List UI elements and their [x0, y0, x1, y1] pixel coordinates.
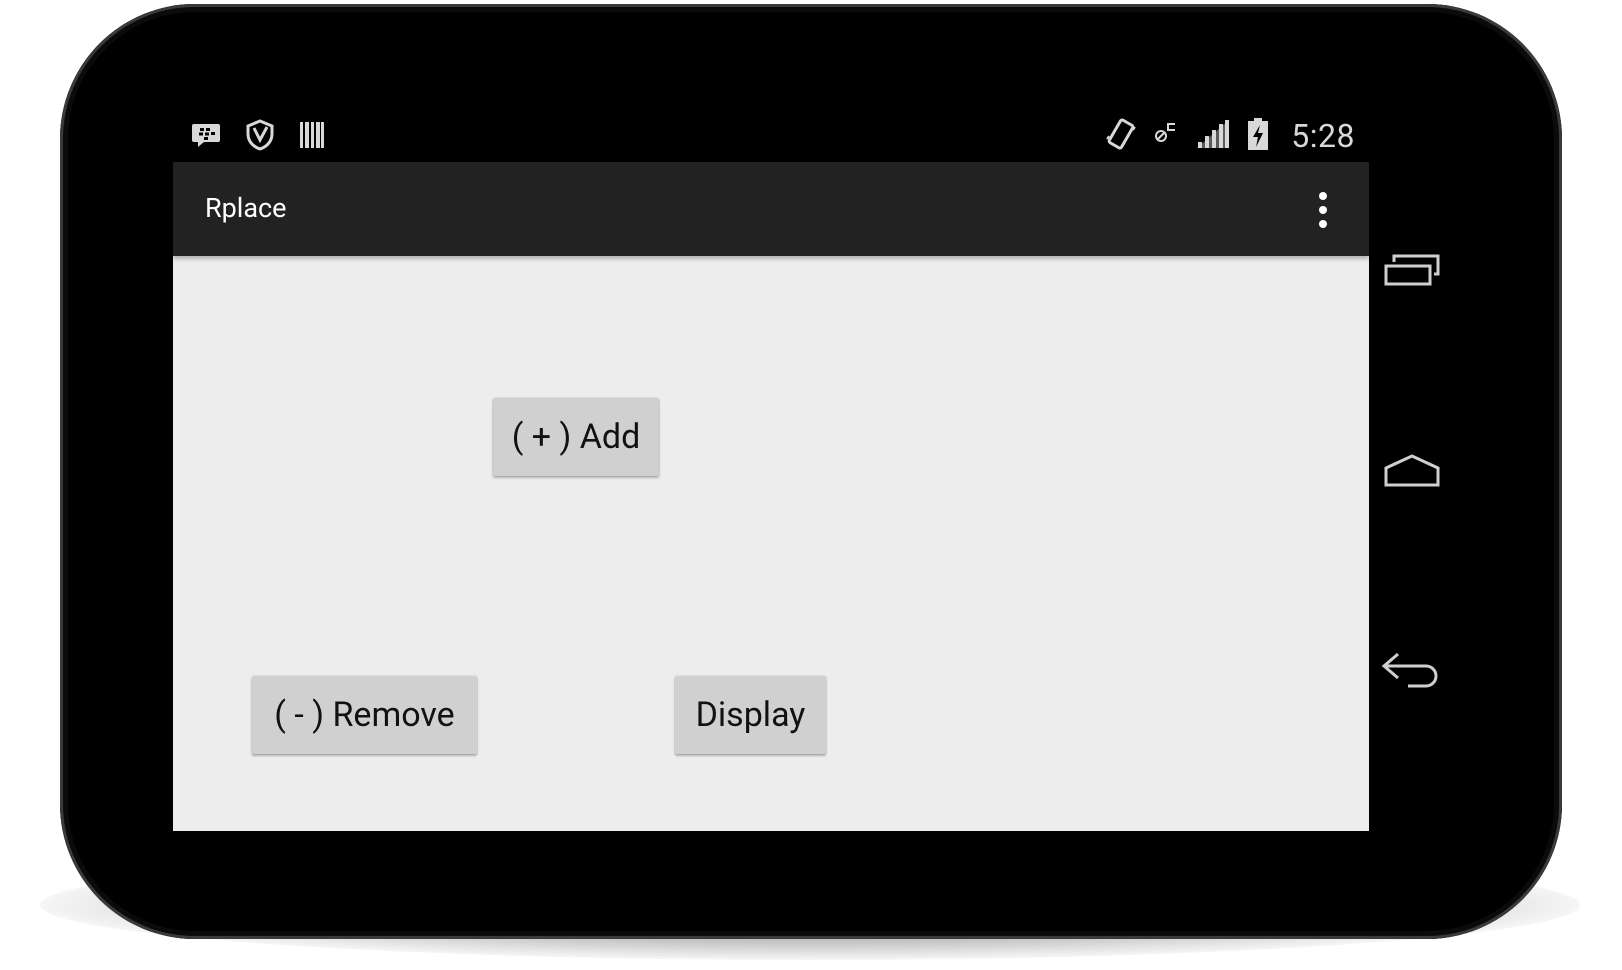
navigation-bar	[1372, 162, 1458, 831]
clock: 5:28	[1291, 117, 1355, 155]
overflow-menu-icon	[1319, 192, 1327, 228]
bbm-notification-icon	[191, 120, 221, 154]
action-bar: Rplace	[173, 162, 1369, 256]
display-button[interactable]: Display	[675, 676, 826, 754]
recents-icon	[1384, 254, 1440, 286]
back-button[interactable]	[1376, 640, 1448, 700]
no-sim-icon	[1153, 119, 1179, 153]
remove-button[interactable]: ( - ) Remove	[252, 676, 477, 754]
security-shield-icon	[243, 118, 277, 156]
status-bar: 5:28	[173, 110, 1369, 162]
barcode-icon	[299, 120, 325, 154]
back-icon	[1381, 652, 1438, 688]
home-button[interactable]	[1376, 440, 1448, 500]
device-mockup: 5:28 Rplace ( + ) Add ( - ) Remove Displ…	[0, 0, 1622, 970]
overflow-menu-button[interactable]	[1311, 190, 1335, 230]
app-screen: Rplace ( + ) Add ( - ) Remove Display	[173, 162, 1369, 831]
add-button[interactable]: ( + ) Add	[493, 398, 659, 476]
status-bar-system: 5:28	[1105, 116, 1355, 156]
app-title: Rplace	[205, 192, 287, 224]
battery-charging-icon	[1247, 117, 1269, 155]
home-icon	[1384, 454, 1440, 487]
signal-icon	[1195, 118, 1231, 154]
status-bar-notifications	[191, 118, 325, 156]
vibrate-icon	[1105, 116, 1137, 156]
recents-button[interactable]	[1376, 240, 1448, 300]
